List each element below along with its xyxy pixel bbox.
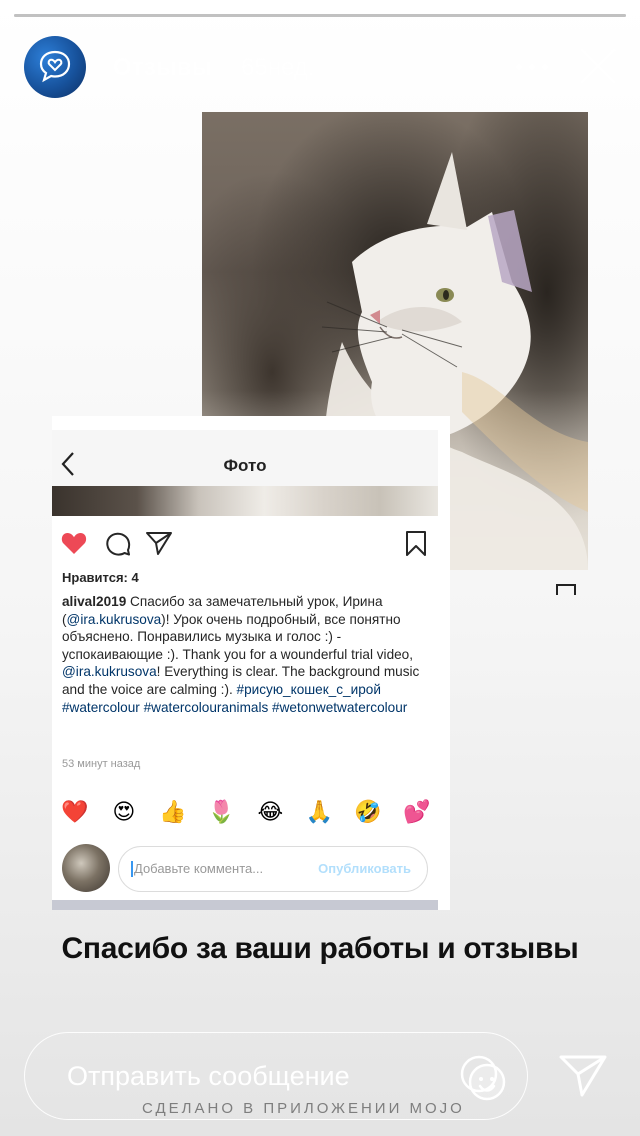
emoji-reaction[interactable]: 👍 xyxy=(158,798,188,826)
emoji-reaction[interactable]: 🤣 xyxy=(353,798,383,826)
instagram-post-card: Фото Нравится: 4 alival2019 Спасибо за з… xyxy=(52,416,450,910)
post-topbar-title: Фото xyxy=(223,456,267,475)
comment-input-box[interactable]: Добавьте коммента... Опубликовать xyxy=(118,846,428,892)
more-dot xyxy=(529,64,535,70)
story-headline: Спасибо за ваши работы и отзывы xyxy=(61,932,579,965)
story-title[interactable]: Отзывы xyxy=(113,54,212,82)
bookmark-icon[interactable] xyxy=(404,530,428,558)
post-photo[interactable] xyxy=(52,486,438,516)
close-button[interactable] xyxy=(578,46,618,86)
card-bottom-bar xyxy=(52,900,438,910)
story-avatar[interactable] xyxy=(24,36,86,98)
message-placeholder: Отправить сообщение xyxy=(67,1061,350,1091)
caption-username[interactable]: alival2019 xyxy=(62,594,126,609)
emoji-reaction[interactable]: ❤️ xyxy=(60,798,90,826)
emoji-reaction[interactable]: 😂 xyxy=(255,798,285,826)
reaction-face-icon[interactable] xyxy=(458,1052,510,1104)
post-actions xyxy=(52,526,438,562)
comment-input[interactable]: Добавьте коммента... xyxy=(131,861,263,877)
publish-comment-button[interactable]: Опубликовать xyxy=(318,861,411,876)
post-caption: alival2019 Спасибо за замечательный урок… xyxy=(62,593,432,716)
story-time: 65нед. xyxy=(241,54,315,81)
corner-bracket-icon xyxy=(556,584,576,595)
close-icon xyxy=(580,48,616,84)
more-button[interactable] xyxy=(510,50,554,82)
more-dot xyxy=(542,64,548,70)
emoji-reaction[interactable]: 💕 xyxy=(402,798,432,826)
like-heart-icon[interactable] xyxy=(60,530,88,556)
quick-emoji-row: ❤️ 😍 👍 🌷 😂 🙏 🤣 💕 xyxy=(60,798,432,826)
made-with-mojo-watermark: СДЕЛАНО В ПРИЛОЖЕНИИ MOJO xyxy=(142,1100,465,1117)
caption-mention[interactable]: @ira.kukrusova xyxy=(62,664,157,679)
story-header: Отзывы 65нед. xyxy=(22,34,618,98)
emoji-reaction[interactable]: 🙏 xyxy=(304,798,334,826)
share-icon[interactable] xyxy=(145,530,173,556)
emoji-reaction[interactable]: 🌷 xyxy=(207,798,237,826)
commenter-avatar xyxy=(62,844,110,892)
comment-icon[interactable] xyxy=(104,530,132,558)
heart-speech-bubble-icon xyxy=(39,50,71,83)
more-dots-icon xyxy=(516,64,522,70)
caption-mention[interactable]: @ira.kukrusova xyxy=(67,612,162,627)
likes-count[interactable]: Нравится: 4 xyxy=(62,570,139,585)
emoji-reaction[interactable]: 😍 xyxy=(109,798,139,826)
story-progress-fill xyxy=(14,14,626,17)
post-time: 53 минут назад xyxy=(62,758,141,770)
send-icon[interactable] xyxy=(558,1052,608,1098)
story-progress-bar xyxy=(14,14,626,17)
